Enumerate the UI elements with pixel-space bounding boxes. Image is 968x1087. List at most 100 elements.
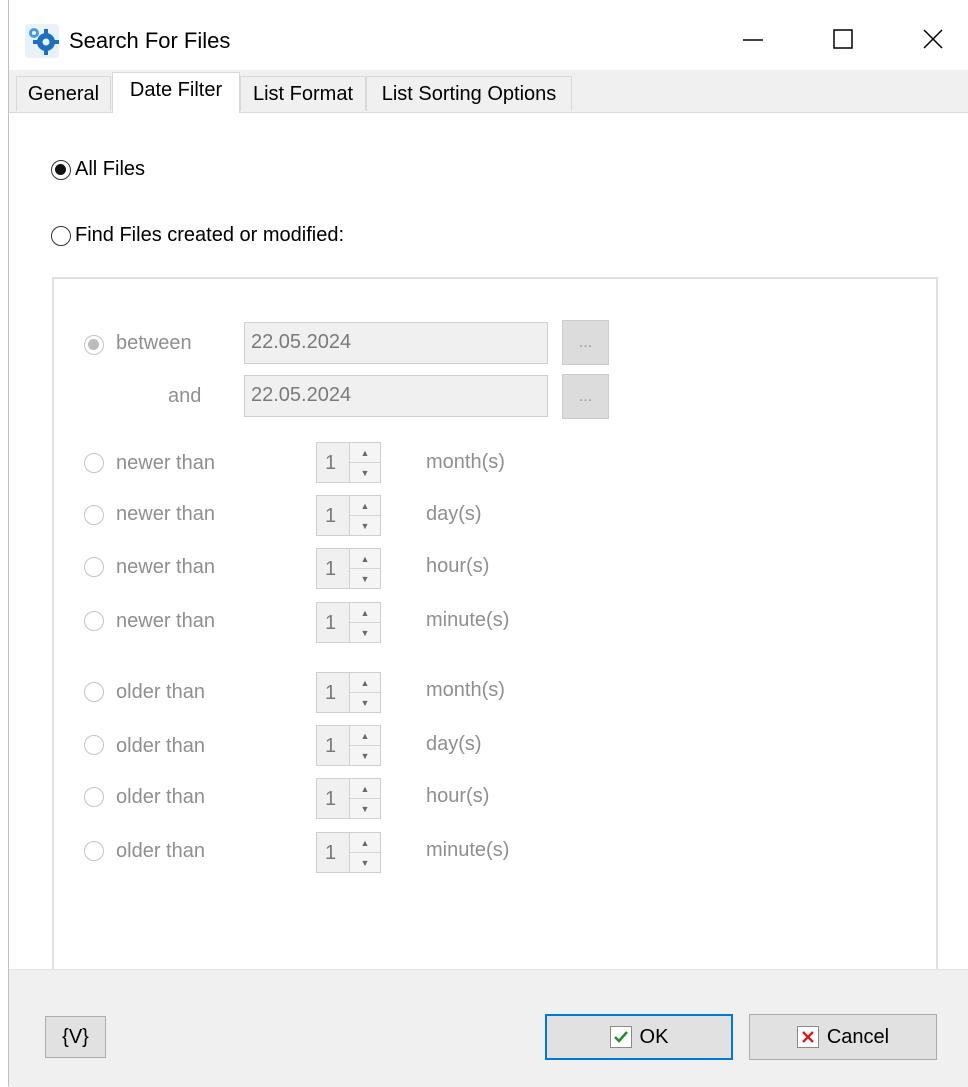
older-months-radio[interactable] [84, 682, 104, 702]
newer-days-label: newer than [116, 503, 215, 525]
older-months-spin-buttons[interactable]: ▲ ▼ [349, 673, 380, 712]
date-criteria-group: between 22.05.2024 ... and 22.05.2024 ..… [52, 277, 938, 997]
tab-general[interactable]: General [16, 76, 111, 111]
find-files-radio[interactable] [51, 226, 71, 246]
spin-up-icon[interactable]: ▲ [350, 496, 380, 516]
spin-down-icon[interactable]: ▼ [350, 463, 380, 482]
cancel-x-icon [796, 1026, 819, 1048]
spin-up-icon[interactable]: ▲ [350, 673, 380, 693]
close-button[interactable] [903, 14, 963, 64]
window-left-edge [0, 0, 9, 1086]
older-months-label: older than [116, 681, 205, 703]
maximize-button[interactable] [813, 14, 873, 64]
older-minutes-spin-buttons[interactable]: ▲ ▼ [349, 833, 380, 872]
older-hours-unit: hour(s) [426, 785, 490, 807]
newer-minutes-radio[interactable] [84, 611, 104, 631]
cancel-label: Cancel [826, 1025, 890, 1048]
newer-months-value: 1 [325, 452, 337, 474]
date-from-picker-button[interactable]: ... [562, 320, 609, 365]
spin-up-icon[interactable]: ▲ [350, 443, 380, 463]
newer-hours-spinner[interactable]: 1 ▲ ▼ [316, 548, 381, 589]
between-label: between [116, 332, 192, 354]
older-days-spinner[interactable]: 1 ▲ ▼ [316, 725, 381, 766]
spin-down-icon[interactable]: ▼ [350, 799, 380, 818]
spin-up-icon[interactable]: ▲ [350, 779, 380, 799]
tab-list-sorting-options[interactable]: List Sorting Options [366, 76, 572, 111]
cancel-button[interactable]: Cancel [749, 1014, 937, 1060]
newer-days-spinner[interactable]: 1 ▲ ▼ [316, 495, 381, 536]
older-minutes-value: 1 [325, 842, 337, 864]
older-hours-value: 1 [325, 788, 337, 810]
minimize-icon [743, 39, 763, 41]
spin-down-icon[interactable]: ▼ [350, 746, 380, 765]
spin-up-icon[interactable]: ▲ [350, 549, 380, 569]
window-title: Search For Files [69, 28, 231, 53]
newer-months-label: newer than [116, 452, 215, 474]
newer-minutes-label: newer than [116, 610, 215, 632]
older-hours-label: older than [116, 786, 205, 808]
older-days-spin-buttons[interactable]: ▲ ▼ [349, 726, 380, 765]
tab-date-filter[interactable]: Date Filter [112, 72, 240, 113]
older-days-value: 1 [325, 735, 337, 757]
older-months-value: 1 [325, 682, 337, 704]
newer-days-spin-buttons[interactable]: ▲ ▼ [349, 496, 380, 535]
app-gears-icon [25, 24, 59, 58]
newer-days-value: 1 [325, 505, 337, 527]
spin-up-icon[interactable]: ▲ [350, 726, 380, 746]
newer-months-spin-buttons[interactable]: ▲ ▼ [349, 443, 380, 482]
older-hours-radio[interactable] [84, 787, 104, 807]
newer-months-radio[interactable] [84, 453, 104, 473]
newer-days-unit: day(s) [426, 503, 482, 525]
newer-minutes-unit: minute(s) [426, 609, 510, 631]
older-minutes-label: older than [116, 840, 205, 862]
newer-minutes-value: 1 [325, 612, 337, 634]
spin-up-icon[interactable]: ▲ [350, 603, 380, 623]
newer-days-radio[interactable] [84, 505, 104, 525]
older-hours-spinner[interactable]: 1 ▲ ▼ [316, 778, 381, 819]
older-hours-spin-buttons[interactable]: ▲ ▼ [349, 779, 380, 818]
older-months-spinner[interactable]: 1 ▲ ▼ [316, 672, 381, 713]
search-for-files-dialog: Search For Files General Date Filter Lis… [9, 0, 968, 1087]
between-radio[interactable] [84, 335, 104, 355]
older-months-unit: month(s) [426, 679, 505, 701]
variables-button[interactable]: {V} [45, 1016, 106, 1058]
find-files-label[interactable]: Find Files created or modified: [75, 224, 344, 247]
older-minutes-radio[interactable] [84, 841, 104, 861]
spin-up-icon[interactable]: ▲ [350, 833, 380, 853]
older-minutes-spinner[interactable]: 1 ▲ ▼ [316, 832, 381, 873]
tab-strip: General Date Filter List Format List Sor… [9, 70, 968, 113]
date-from-field[interactable]: 22.05.2024 [244, 322, 548, 364]
older-days-label: older than [116, 735, 205, 757]
newer-minutes-spin-buttons[interactable]: ▲ ▼ [349, 603, 380, 642]
date-to-field[interactable]: 22.05.2024 [244, 375, 548, 417]
tab-list-format[interactable]: List Format [240, 76, 366, 111]
ok-label: OK [639, 1025, 669, 1048]
older-days-radio[interactable] [84, 735, 104, 755]
spin-down-icon[interactable]: ▼ [350, 693, 380, 712]
close-icon [923, 29, 943, 49]
newer-months-spinner[interactable]: 1 ▲ ▼ [316, 442, 381, 483]
newer-hours-unit: hour(s) [426, 555, 490, 577]
dialog-footer: {V} OK Cancel [9, 969, 968, 1087]
date-filter-panel: All Files Find Files created or modified… [9, 113, 968, 997]
newer-hours-label: newer than [116, 556, 215, 578]
newer-hours-value: 1 [325, 558, 337, 580]
title-bar[interactable]: Search For Files [9, 0, 968, 70]
all-files-label[interactable]: All Files [75, 158, 145, 181]
and-label: and [168, 385, 202, 407]
spin-down-icon[interactable]: ▼ [350, 569, 380, 588]
newer-hours-spin-buttons[interactable]: ▲ ▼ [349, 549, 380, 588]
spin-down-icon[interactable]: ▼ [350, 853, 380, 872]
newer-minutes-spinner[interactable]: 1 ▲ ▼ [316, 602, 381, 643]
ok-button[interactable]: OK [545, 1014, 733, 1060]
maximize-icon [833, 29, 853, 49]
spin-down-icon[interactable]: ▼ [350, 516, 380, 535]
newer-hours-radio[interactable] [84, 557, 104, 577]
spin-down-icon[interactable]: ▼ [350, 623, 380, 642]
minimize-button[interactable] [723, 14, 783, 64]
older-minutes-unit: minute(s) [426, 839, 510, 861]
older-days-unit: day(s) [426, 733, 482, 755]
newer-months-unit: month(s) [426, 451, 505, 473]
all-files-radio[interactable] [51, 160, 71, 180]
date-to-picker-button[interactable]: ... [562, 374, 609, 419]
